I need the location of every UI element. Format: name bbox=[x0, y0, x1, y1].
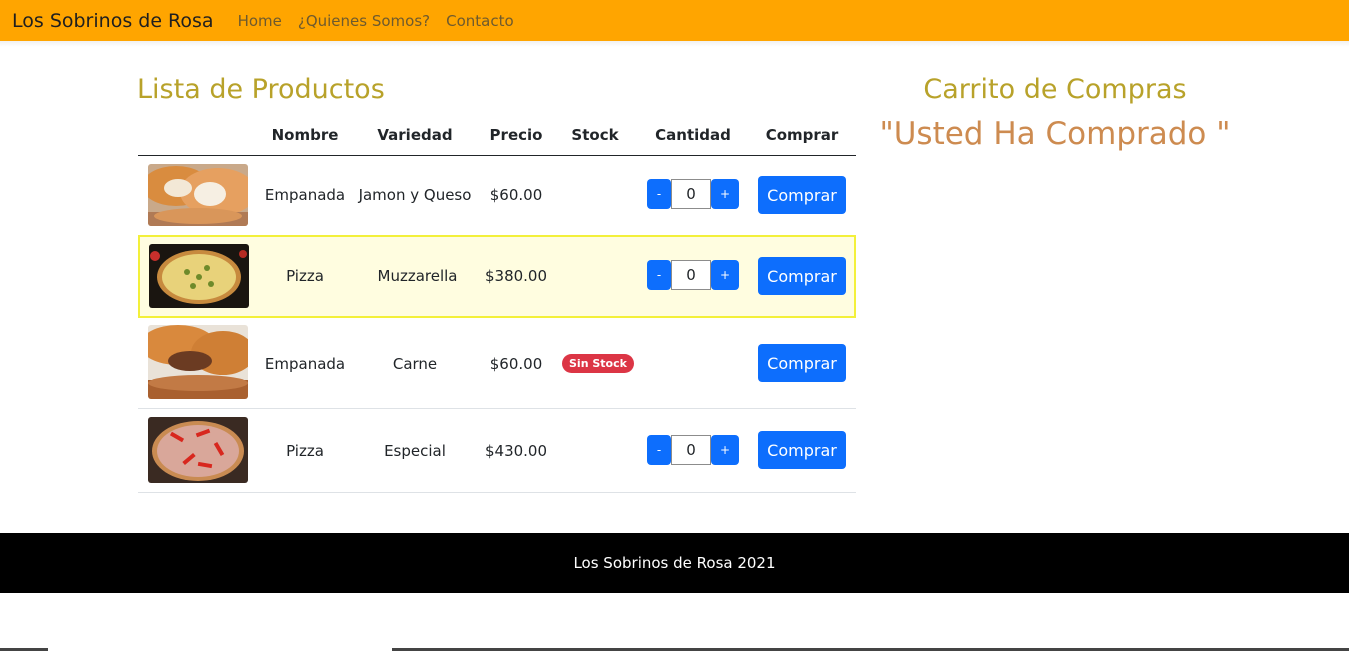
footer-text: Los Sobrinos de Rosa 2021 bbox=[573, 554, 776, 572]
cell-nombre: Pizza bbox=[286, 442, 324, 460]
empanada-carne-image bbox=[148, 325, 248, 399]
table-row-highlighted: Pizza Muzzarella $380.00 - 0 + Comprar bbox=[138, 235, 856, 318]
row-divider bbox=[138, 492, 856, 493]
cell-precio: $380.00 bbox=[484, 267, 548, 285]
cart-title: Carrito de Compras bbox=[923, 74, 1187, 105]
quantity-stepper: - 0 + bbox=[647, 179, 739, 209]
navbar-shadow bbox=[0, 41, 1349, 47]
cell-variedad: Jamon y Queso bbox=[358, 186, 472, 204]
header-variedad: Variedad bbox=[377, 126, 453, 144]
header-nombre: Nombre bbox=[271, 126, 339, 144]
cart-message: "Usted Ha Comprado " bbox=[879, 116, 1231, 152]
nav-link-quienes-somos[interactable]: ¿Quienes Somos? bbox=[298, 12, 430, 30]
quantity-input[interactable]: 0 bbox=[671, 435, 711, 465]
navbar: Los Sobrinos de Rosa Home ¿Quienes Somos… bbox=[0, 0, 1349, 41]
cell-precio: $430.00 bbox=[484, 442, 548, 460]
decrement-button[interactable]: - bbox=[647, 179, 671, 209]
table-row: Empanada Jamon y Queso $60.00 - 0 + Comp… bbox=[138, 156, 856, 236]
quantity-input[interactable]: 0 bbox=[671, 260, 711, 290]
header-cantidad: Cantidad bbox=[655, 126, 731, 144]
comprar-button[interactable]: Comprar bbox=[758, 257, 846, 295]
cell-nombre: Empanada bbox=[264, 355, 346, 373]
header-stock: Stock bbox=[571, 126, 619, 144]
cell-precio: $60.00 bbox=[489, 355, 543, 373]
quantity-stepper: - 0 + bbox=[647, 260, 739, 290]
cell-variedad: Carne bbox=[392, 355, 438, 373]
nav-link-contacto[interactable]: Contacto bbox=[446, 12, 514, 30]
decrement-button[interactable]: - bbox=[647, 260, 671, 290]
comprar-button[interactable]: Comprar bbox=[758, 344, 846, 382]
increment-button[interactable]: + bbox=[711, 179, 739, 209]
cell-nombre: Empanada bbox=[264, 186, 346, 204]
cell-variedad: Especial bbox=[384, 442, 446, 460]
increment-button[interactable]: + bbox=[711, 435, 739, 465]
header-comprar: Comprar bbox=[765, 126, 839, 144]
navbar-brand[interactable]: Los Sobrinos de Rosa bbox=[12, 10, 214, 32]
quantity-stepper: - 0 + bbox=[647, 435, 739, 465]
header-precio: Precio bbox=[489, 126, 543, 144]
table-row: Pizza Especial $430.00 - 0 + Comprar bbox=[138, 409, 856, 492]
nav-link-home[interactable]: Home bbox=[238, 12, 282, 30]
cell-variedad: Muzzarella bbox=[377, 267, 458, 285]
empanada-jamon-queso-image bbox=[148, 164, 248, 226]
decrement-button[interactable]: - bbox=[647, 435, 671, 465]
pizza-especial-image bbox=[148, 417, 248, 483]
footer: Los Sobrinos de Rosa 2021 bbox=[0, 533, 1349, 593]
sin-stock-badge: Sin Stock bbox=[562, 354, 634, 373]
increment-button[interactable]: + bbox=[711, 260, 739, 290]
comprar-button[interactable]: Comprar bbox=[758, 176, 846, 214]
cell-precio: $60.00 bbox=[489, 186, 543, 204]
table-row: Empanada Carne $60.00 Sin Stock Comprar bbox=[138, 318, 856, 408]
comprar-button[interactable]: Comprar bbox=[758, 431, 846, 469]
cell-nombre: Pizza bbox=[286, 267, 324, 285]
quantity-input[interactable]: 0 bbox=[671, 179, 711, 209]
pizza-muzzarella-image bbox=[149, 244, 249, 308]
products-title: Lista de Productos bbox=[137, 74, 385, 105]
